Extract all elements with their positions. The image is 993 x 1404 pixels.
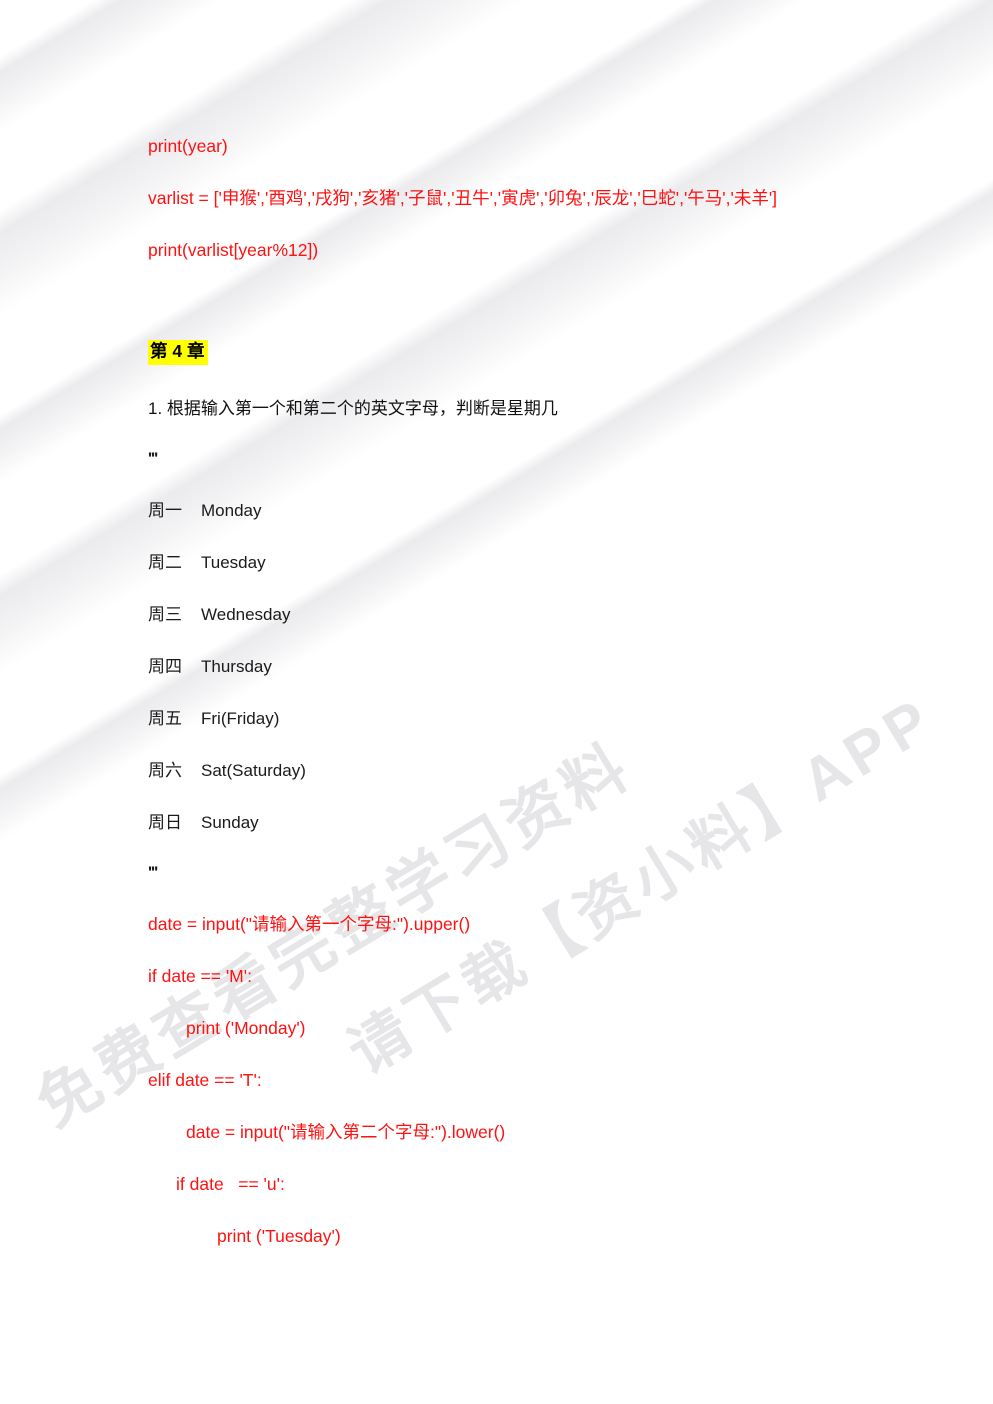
weekday-row: 周五 Fri(Friday) (148, 710, 279, 727)
document-page: 免费查看完整学习资料 请下载【资小料】APP print(year) varli… (0, 0, 993, 1404)
weekday-en: Fri(Friday) (201, 709, 280, 728)
watermark-layer: 免费查看完整学习资料 请下载【资小料】APP (0, 0, 993, 1404)
code-line-elif-date-t: elif date == 'T': (148, 1070, 262, 1090)
weekday-cn: 周日 (148, 813, 182, 832)
code-line-date-input-first: date = input("请输入第一个字母:").upper() (148, 914, 471, 934)
weekday-row: 周六 Sat(Saturday) (148, 762, 306, 779)
code-line-date-input-second: date = input("请输入第二个字母:").lower() (186, 1122, 506, 1142)
weekday-row: 周四 Thursday (148, 658, 272, 675)
weekday-en: Sat(Saturday) (201, 761, 306, 780)
chapter-heading: 第 4 章 (148, 340, 209, 365)
task-title: 1. 根据输入第一个和第二个的英文字母，判断是星期几 (148, 399, 558, 418)
code-line-if-date-u: if date == 'u': (176, 1174, 285, 1194)
weekday-en: Tuesday (201, 553, 266, 572)
weekday-cn: 周四 (148, 657, 182, 676)
docstring-open-quote: ''' (148, 449, 158, 468)
docstring-close-quote: ''' (148, 863, 158, 882)
watermark-text-line2: 请下载【资小料】APP (337, 684, 946, 1087)
weekday-en: Wednesday (201, 605, 291, 624)
weekday-row: 周二 Tuesday (148, 554, 266, 571)
weekday-cn: 周三 (148, 605, 182, 624)
weekday-cn: 周六 (148, 761, 182, 780)
watermark-band (0, 0, 993, 556)
weekday-row: 周一 Monday (148, 502, 261, 519)
code-line-print-year: print(year) (148, 136, 228, 156)
weekday-cn: 周二 (148, 553, 182, 572)
weekday-en: Monday (201, 501, 262, 520)
weekday-cn: 周五 (148, 709, 182, 728)
code-line-print-monday: print ('Monday') (186, 1018, 306, 1038)
code-line-print-varlist: print(varlist[year%12]) (148, 240, 319, 260)
watermark-band (0, 0, 993, 352)
code-line-if-date-m: if date == 'M': (148, 966, 252, 986)
code-line-varlist: varlist = ['申猴','酉鸡','戌狗','亥猪','子鼠','丑牛'… (148, 188, 778, 208)
weekday-en: Sunday (201, 813, 259, 832)
code-line-print-tuesday: print ('Tuesday') (217, 1226, 341, 1246)
weekday-row: 周三 Wednesday (148, 606, 290, 623)
weekday-cn: 周一 (148, 501, 182, 520)
weekday-row: 周日 Sunday (148, 814, 259, 831)
weekday-en: Thursday (201, 657, 272, 676)
